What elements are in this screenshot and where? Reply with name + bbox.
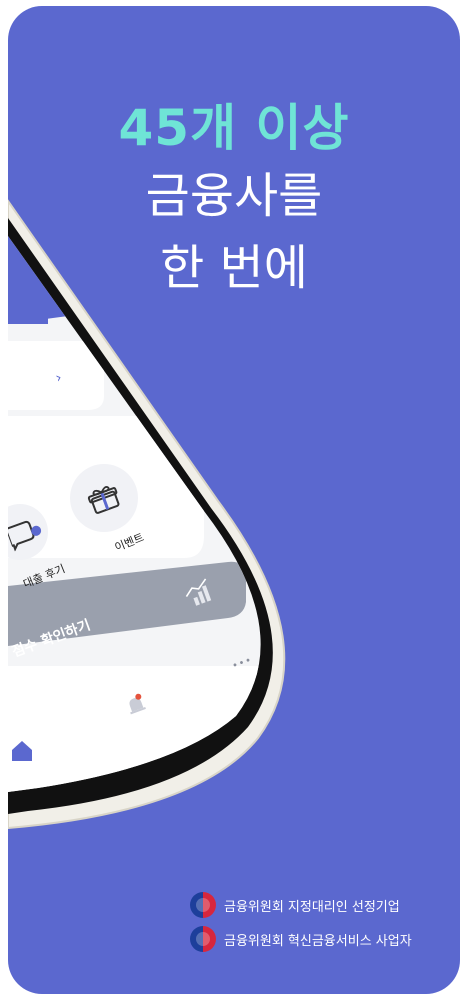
government-emblem-icon (190, 892, 216, 918)
certification-row: 금융위원회 지정대리인 선정기업 (190, 888, 460, 922)
certification-text-1: 금융위원회 지정대리인 선정기업 (224, 899, 400, 915)
certification-row: 금융위원회 혁신금융서비스 사업자 (190, 922, 460, 956)
certification-text-2: 금융위원회 혁신금융서비스 사업자 (224, 933, 412, 949)
footer-certifications: 금융위원회 지정대리인 선정기업 금융위원회 혁신금융서비스 사업자 (190, 888, 460, 956)
phone-illustration (8, 199, 286, 830)
phone-mockup: › 이벤트 대출 후기 점수 확인하기 ••• (8, 6, 460, 994)
app-store-screenshot-card: 45개 이상 금융사를 한 번에 › 이벤트 대출 후기 점수 확인하기 •••… (8, 6, 460, 994)
government-emblem-icon (190, 926, 216, 952)
